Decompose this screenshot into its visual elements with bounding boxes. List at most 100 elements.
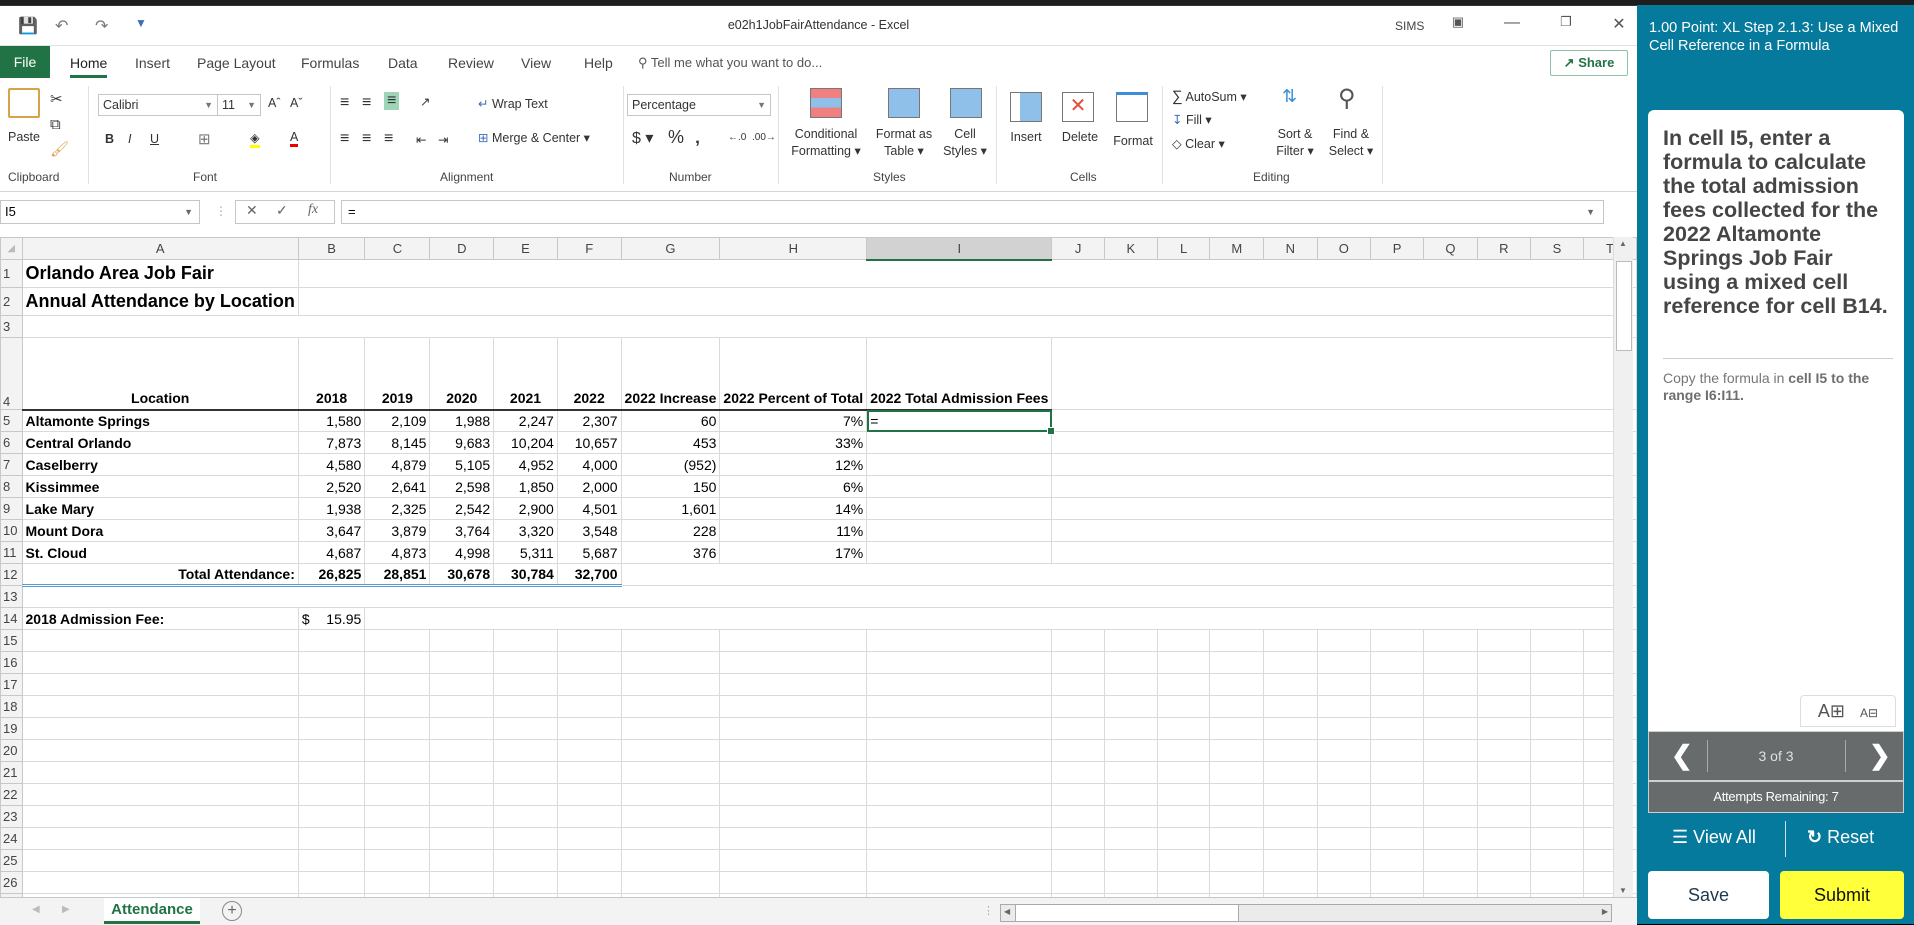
empty-cell[interactable] xyxy=(1529,695,1585,718)
empty-cell[interactable] xyxy=(1209,827,1265,850)
col-header-d[interactable]: D xyxy=(429,237,495,260)
row-header[interactable]: 18 xyxy=(0,695,23,718)
italic-button[interactable]: I xyxy=(128,132,131,146)
tab-formulas[interactable]: Formulas xyxy=(301,55,359,71)
empty-cell[interactable] xyxy=(1209,871,1265,894)
row-header[interactable]: 17 xyxy=(0,673,23,696)
empty-cell[interactable] xyxy=(866,761,1053,784)
fees-cell[interactable] xyxy=(866,453,1053,476)
empty-cell[interactable] xyxy=(719,695,868,718)
empty-cell[interactable] xyxy=(493,761,558,784)
empty-cell[interactable] xyxy=(1051,739,1105,762)
empty-cell[interactable] xyxy=(1370,827,1425,850)
empty-cells[interactable] xyxy=(21,585,1637,608)
empty-cell[interactable] xyxy=(1051,673,1105,696)
empty-cell[interactable] xyxy=(719,783,868,806)
col-header-n[interactable]: N xyxy=(1263,237,1318,260)
increase-indent-icon[interactable]: ⇥ xyxy=(438,132,448,147)
empty-cell[interactable] xyxy=(620,695,721,718)
value-cell[interactable]: 3,764 xyxy=(429,519,495,542)
comma-style-icon[interactable]: ‚ xyxy=(695,127,700,148)
reset-button[interactable]: ↻ Reset xyxy=(1807,827,1874,848)
row-header[interactable]: 2 xyxy=(0,287,23,316)
empty-cell[interactable] xyxy=(1263,695,1318,718)
empty-cell[interactable] xyxy=(1209,805,1265,828)
align-left-icon[interactable]: ≡ xyxy=(340,130,349,148)
empty-cell[interactable] xyxy=(364,651,431,674)
empty-cell[interactable] xyxy=(1209,695,1265,718)
value-cell[interactable]: 1,601 xyxy=(620,497,721,520)
row-header[interactable]: 12 xyxy=(0,563,23,586)
empty-cell[interactable] xyxy=(719,717,868,740)
currency-icon[interactable]: $ ▾ xyxy=(632,128,653,148)
empty-cell[interactable] xyxy=(1316,717,1372,740)
empty-cell[interactable] xyxy=(1156,739,1211,762)
empty-cell[interactable] xyxy=(1156,827,1211,850)
find-select-button[interactable]: Find & Select ▾ xyxy=(1325,126,1377,160)
empty-cell[interactable] xyxy=(364,783,431,806)
empty-cell[interactable] xyxy=(1423,849,1478,872)
restore-icon[interactable]: ❐ xyxy=(1551,14,1581,30)
total-2018[interactable]: 26,825 xyxy=(297,563,366,587)
empty-cell[interactable] xyxy=(1209,849,1265,872)
formula-input[interactable]: = ▼ xyxy=(341,200,1604,224)
row-header[interactable]: 5 xyxy=(0,409,23,432)
col-header-k[interactable]: K xyxy=(1103,237,1158,260)
empty-cell[interactable] xyxy=(429,739,495,762)
fees-cell[interactable] xyxy=(866,519,1053,542)
conditional-formatting-icon[interactable] xyxy=(810,88,842,118)
row-header[interactable]: 20 xyxy=(0,739,23,762)
empty-cell[interactable] xyxy=(620,717,721,740)
empty-cell[interactable] xyxy=(297,871,366,894)
empty-cell[interactable] xyxy=(1476,717,1531,740)
empty-cells[interactable] xyxy=(1051,337,1637,410)
total-label[interactable]: Total Attendance: xyxy=(21,563,299,587)
close-icon[interactable]: ✕ xyxy=(1604,14,1634,34)
location-cell[interactable]: Caselberry xyxy=(21,453,299,476)
empty-cell[interactable] xyxy=(1051,695,1105,718)
empty-cell[interactable] xyxy=(1103,629,1158,652)
empty-cell[interactable] xyxy=(866,783,1053,806)
row-header[interactable]: 3 xyxy=(0,315,23,338)
cell-styles-icon[interactable] xyxy=(950,88,982,118)
value-cell[interactable]: 4,000 xyxy=(556,453,622,476)
empty-cells[interactable] xyxy=(1051,431,1637,454)
total-2021[interactable]: 30,784 xyxy=(493,563,558,587)
empty-cell[interactable] xyxy=(364,849,431,872)
empty-cell[interactable] xyxy=(1051,761,1105,784)
empty-cell[interactable] xyxy=(620,871,721,894)
empty-cell[interactable] xyxy=(719,761,868,784)
decrease-decimal-icon[interactable]: .00→ xyxy=(752,132,776,143)
empty-cell[interactable] xyxy=(556,717,622,740)
empty-cell[interactable] xyxy=(1103,673,1158,696)
header-2022[interactable]: 2022 xyxy=(556,337,622,411)
spreadsheet-grid[interactable]: ◢ A B C D E F G H I J K L M N O P Q R S xyxy=(0,237,1637,897)
empty-cell[interactable] xyxy=(493,783,558,806)
empty-cell[interactable] xyxy=(719,827,868,850)
row-header[interactable]: 16 xyxy=(0,651,23,674)
empty-cell[interactable] xyxy=(866,739,1053,762)
empty-cell[interactable] xyxy=(1263,717,1318,740)
empty-cell[interactable] xyxy=(1156,651,1211,674)
cell-a1[interactable]: Orlando Area Job Fair xyxy=(21,259,299,288)
empty-cell[interactable] xyxy=(1529,849,1585,872)
empty-cell[interactable] xyxy=(1476,629,1531,652)
scroll-left-icon[interactable]: ◀ xyxy=(1004,907,1010,916)
value-cell[interactable]: 2,641 xyxy=(364,475,431,498)
empty-cell[interactable] xyxy=(297,673,366,696)
empty-cell[interactable] xyxy=(1156,761,1211,784)
fill-button[interactable]: ↧ Fill ▾ xyxy=(1172,112,1212,127)
value-cell[interactable]: 5,311 xyxy=(493,541,558,564)
value-cell[interactable]: 4,687 xyxy=(297,541,366,564)
wrap-text-button[interactable]: ↵ Wrap Text xyxy=(478,96,548,111)
row-header[interactable]: 6 xyxy=(0,431,23,454)
cell-a2[interactable]: Annual Attendance by Location xyxy=(21,287,299,316)
row-header[interactable]: 8 xyxy=(0,475,23,498)
empty-cells[interactable] xyxy=(1051,453,1637,476)
col-header-j[interactable]: J xyxy=(1051,237,1105,260)
empty-cell[interactable] xyxy=(297,849,366,872)
header-percent[interactable]: 2022 Percent of Total xyxy=(719,337,868,411)
vertical-scroll-thumb[interactable] xyxy=(1616,261,1632,351)
empty-cell[interactable] xyxy=(429,827,495,850)
empty-cell[interactable] xyxy=(493,827,558,850)
